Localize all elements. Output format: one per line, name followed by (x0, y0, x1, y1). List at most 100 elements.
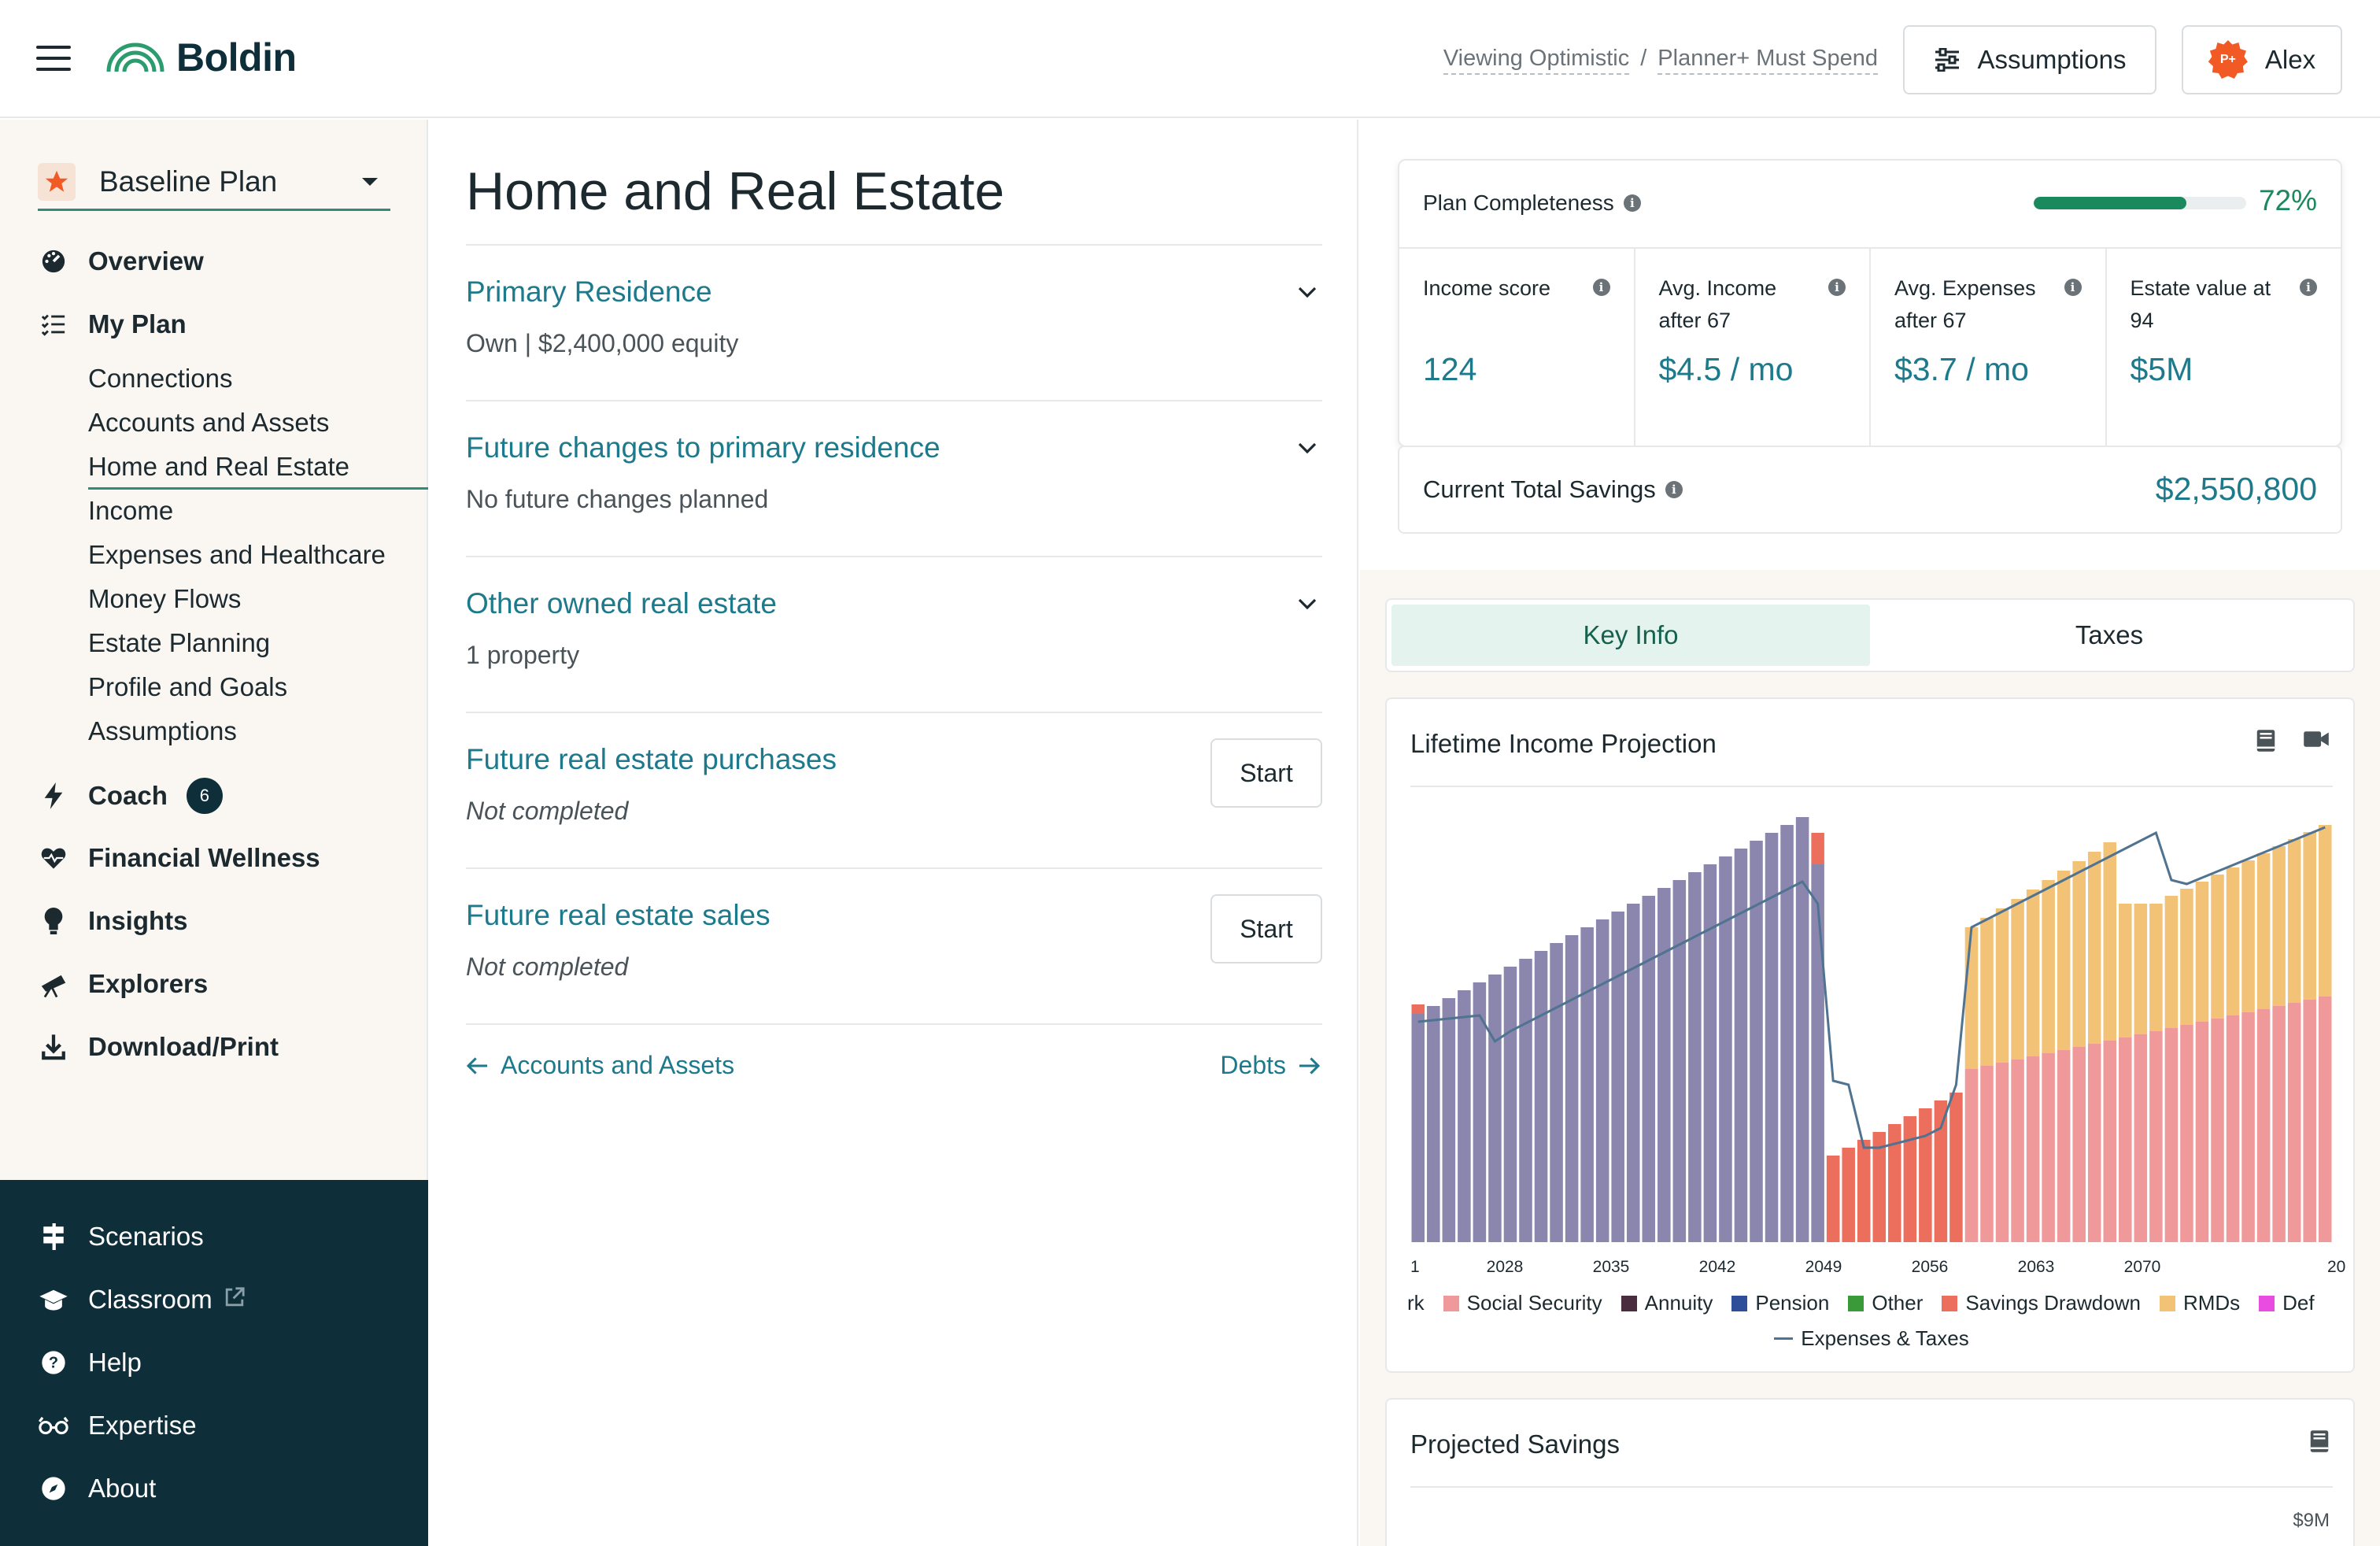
nav-scenarios[interactable]: Scenarios (38, 1221, 204, 1252)
sidebar-item-income[interactable]: Income (88, 496, 173, 526)
chart-bar-draw[interactable] (1934, 1100, 1948, 1242)
legend-item[interactable]: RMDs (2159, 1291, 2240, 1315)
chart-bar-rmd[interactable] (2211, 875, 2224, 1019)
chart-bar-ss[interactable] (1980, 1066, 1994, 1242)
chart-bar-draw[interactable] (1811, 833, 1824, 864)
chart-bar-work[interactable] (1672, 880, 1687, 1242)
chart-bar-draw[interactable] (1411, 1004, 1425, 1014)
previous-page-link[interactable]: Accounts and Assets (466, 1051, 734, 1080)
chart-bar-ss[interactable] (2057, 1050, 2071, 1242)
chart-bar-ss[interactable] (2272, 1006, 2286, 1242)
chart-bar-rmd[interactable] (2134, 904, 2148, 1034)
chart-bar-work[interactable] (1503, 967, 1517, 1242)
info-icon[interactable]: i (1592, 279, 1610, 296)
chart-bar-ss[interactable] (1964, 1069, 1979, 1242)
nav-explorers[interactable]: Explorers (38, 968, 208, 1000)
nav-download-print[interactable]: Download/Print (38, 1031, 279, 1063)
chart-bar-ss[interactable] (2195, 1022, 2209, 1242)
sidebar-item-expenses-and-healthcare[interactable]: Expenses and Healthcare (88, 540, 386, 570)
user-menu-button[interactable]: P+ Alex (2182, 25, 2342, 94)
chart-bar-work[interactable] (1411, 1014, 1425, 1242)
chart-bar-ss[interactable] (2087, 1044, 2101, 1242)
plan-selector[interactable]: Baseline Plan (38, 154, 390, 211)
chart-bar-work[interactable] (1427, 1006, 1440, 1242)
section-title[interactable]: Future real estate sales (466, 899, 771, 932)
chart-bar-draw[interactable] (1842, 1148, 1855, 1242)
chart-bar-ss[interactable] (2134, 1034, 2148, 1242)
chart-bar-rmd[interactable] (1995, 908, 2009, 1063)
sidebar-item-money-flows[interactable]: Money Flows (88, 584, 241, 614)
boldin-logo[interactable]: Boldin (105, 35, 297, 80)
nav-classroom[interactable]: Classroom (38, 1284, 246, 1315)
legend-item[interactable]: Annuity (1621, 1291, 1713, 1315)
chart-bar-draw[interactable] (1826, 1156, 1840, 1242)
chart-bar-work[interactable] (1611, 912, 1624, 1242)
chart-bar-rmd[interactable] (2011, 899, 2024, 1060)
chart-bar-draw[interactable] (1919, 1108, 1932, 1242)
start-button[interactable]: Start (1210, 738, 1322, 808)
chart-bar-work[interactable] (1565, 935, 1579, 1242)
chart-bar-rmd[interactable] (1964, 927, 1979, 1069)
chart-bar-work[interactable] (1595, 919, 1609, 1242)
chevron-down-icon[interactable] (1295, 436, 1319, 460)
chart-bar-work[interactable] (1626, 904, 1640, 1242)
chart-bar-work[interactable] (1642, 896, 1656, 1242)
legend-item[interactable]: Pension (1731, 1291, 1829, 1315)
info-icon[interactable]: i (1828, 279, 1846, 296)
sidebar-item-assumptions[interactable]: Assumptions (88, 716, 237, 746)
chart-bar-ss[interactable] (2026, 1056, 2040, 1242)
viewing-scenario-link[interactable]: Viewing Optimistic (1443, 46, 1630, 75)
section-title[interactable]: Future changes to primary residence (466, 431, 941, 464)
section-title[interactable]: Other owned real estate (466, 587, 777, 620)
chart-bar-ss[interactable] (2226, 1015, 2240, 1242)
chart-bar-rmd[interactable] (2303, 832, 2316, 1000)
section-title[interactable]: Future real estate purchases (466, 743, 837, 776)
chart-bar-rmd[interactable] (2042, 880, 2055, 1053)
chart-bar-rmd[interactable] (2149, 904, 2163, 1031)
chart-bar-ss[interactable] (2103, 1041, 2117, 1242)
chart-bar-rmd[interactable] (1980, 918, 1994, 1066)
chart-bar-work[interactable] (1658, 888, 1671, 1242)
legend-item[interactable]: Social Security (1443, 1291, 1602, 1315)
nav-financial-wellness[interactable]: Financial Wellness (38, 842, 320, 874)
assumptions-button[interactable]: Assumptions (1903, 25, 2156, 94)
chart-bar-work[interactable] (1488, 975, 1502, 1242)
nav-about[interactable]: About (38, 1473, 156, 1504)
info-icon[interactable]: i (1665, 481, 1683, 498)
chart-bar-work[interactable] (1519, 959, 1532, 1242)
chart-bar-rmd[interactable] (2164, 896, 2179, 1028)
chart-bar-work[interactable] (1734, 849, 1748, 1242)
sidebar-item-accounts-and-assets[interactable]: Accounts and Assets (88, 408, 329, 438)
chart-bar-rmd[interactable] (2318, 825, 2332, 997)
nav-overview[interactable]: Overview (38, 246, 204, 277)
chart-bar-ss[interactable] (2072, 1047, 2086, 1242)
chevron-down-icon[interactable] (1295, 280, 1319, 304)
sidebar-item-profile-and-goals[interactable]: Profile and Goals (88, 672, 287, 702)
chart-bar-work[interactable] (1750, 841, 1763, 1242)
chart-bar-rmd[interactable] (2226, 867, 2240, 1015)
chart-bar-work[interactable] (1811, 864, 1824, 1242)
chart-bar-work[interactable] (1458, 990, 1471, 1242)
nav-help[interactable]: ? Help (38, 1347, 142, 1378)
info-icon[interactable]: i (2300, 279, 2317, 296)
chart-bar-ss[interactable] (2287, 1003, 2301, 1242)
chart-bar-rmd[interactable] (2287, 839, 2301, 1003)
legend-item-expenses[interactable]: Expenses & Taxes (1774, 1326, 1969, 1351)
chart-bar-work[interactable] (1550, 943, 1563, 1242)
start-button[interactable]: Start (1210, 894, 1322, 963)
nav-coach[interactable]: Coach 6 (38, 778, 223, 814)
chart-bar-ss[interactable] (2164, 1028, 2179, 1242)
next-page-link[interactable]: Debts (1220, 1051, 1321, 1080)
chart-bar-draw[interactable] (1903, 1116, 1917, 1242)
chart-bar-rmd[interactable] (2256, 853, 2271, 1009)
chart-bar-rmd[interactable] (2103, 842, 2117, 1041)
chart-bar-ss[interactable] (2119, 1037, 2132, 1242)
plan-variant-link[interactable]: Planner+ Must Spend (1658, 46, 1878, 75)
nav-insights[interactable]: Insights (38, 905, 188, 937)
chart-bar-ss[interactable] (2211, 1019, 2224, 1242)
book-icon[interactable] (2256, 729, 2276, 753)
chart-bar-rmd[interactable] (2272, 846, 2286, 1006)
info-icon[interactable]: i (2064, 279, 2082, 296)
chart-bar-rmd[interactable] (2087, 852, 2101, 1044)
nav-my-plan[interactable]: My Plan (38, 309, 187, 340)
